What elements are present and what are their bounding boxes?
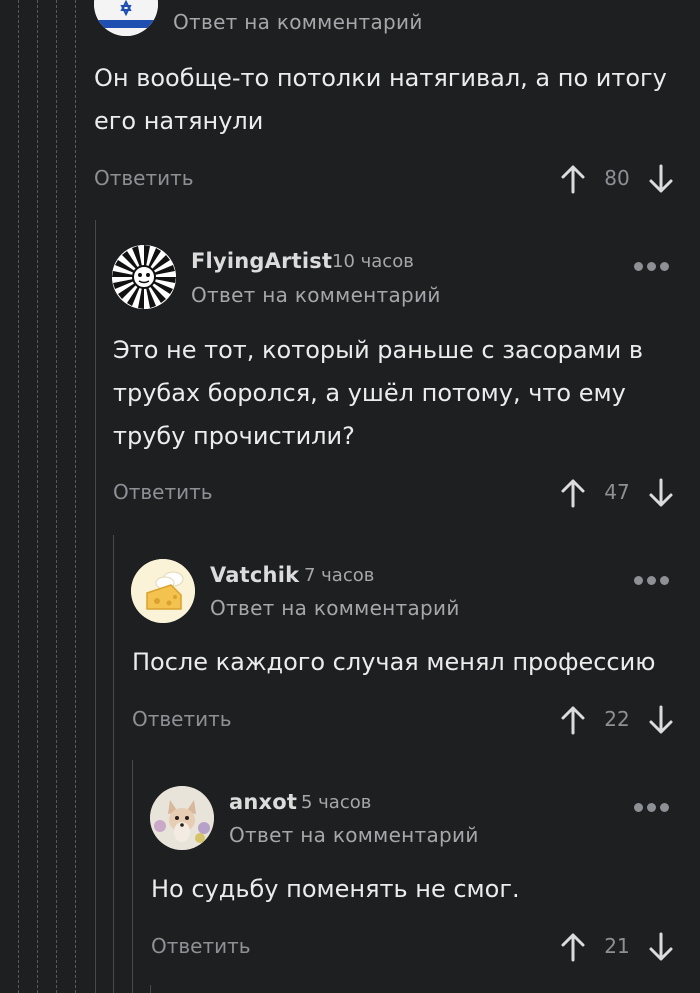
more-dots-icon[interactable] bbox=[634, 256, 674, 271]
more-dots-icon[interactable] bbox=[634, 797, 674, 812]
thread-line-1 bbox=[18, 0, 19, 993]
arrow-up-icon[interactable] bbox=[560, 932, 586, 962]
reply-to-label[interactable]: Ответ на комментарий bbox=[229, 823, 479, 847]
flag-avatar-icon bbox=[94, 0, 158, 36]
avatar[interactable] bbox=[131, 559, 195, 623]
thread-line-2 bbox=[37, 0, 38, 993]
comment-body: После каждого случая менял профессию bbox=[132, 648, 656, 676]
reply-to-label[interactable]: Ответ на комментарий bbox=[191, 283, 441, 307]
reply-to-label[interactable]: Ответ на комментарий bbox=[173, 10, 423, 34]
thread-line-4 bbox=[75, 0, 76, 993]
reply-button[interactable]: Ответить bbox=[113, 480, 213, 504]
more-dots-icon[interactable] bbox=[634, 570, 674, 585]
thread-line-6 bbox=[113, 535, 114, 993]
avatar[interactable] bbox=[112, 245, 176, 309]
avatar[interactable] bbox=[94, 0, 158, 36]
score: 47 bbox=[604, 480, 630, 504]
author-name[interactable]: Vatchik bbox=[210, 563, 299, 587]
comment-body: Но судьбу поменять не смог. bbox=[151, 875, 520, 903]
sunburst-avatar-icon bbox=[112, 245, 176, 309]
comment-body: Это не тот, который раньше с засорами в … bbox=[113, 336, 644, 450]
comment-time: 7 часов bbox=[304, 565, 375, 586]
author-name[interactable]: anxot bbox=[229, 790, 297, 814]
comment-time: 5 часов bbox=[301, 792, 372, 813]
arrow-down-icon[interactable] bbox=[648, 164, 674, 194]
thread-line-8 bbox=[150, 985, 151, 993]
author-name[interactable]: FlyingArtist bbox=[191, 249, 332, 273]
thread-line-5 bbox=[95, 220, 96, 993]
arrow-up-icon[interactable] bbox=[560, 705, 586, 735]
arrow-down-icon[interactable] bbox=[648, 932, 674, 962]
thread-line-3 bbox=[56, 0, 57, 993]
reply-button[interactable]: Ответить bbox=[132, 707, 232, 731]
thread-line-7 bbox=[132, 760, 133, 993]
arrow-up-icon[interactable] bbox=[560, 164, 586, 194]
score: 80 bbox=[604, 166, 630, 190]
arrow-up-icon[interactable] bbox=[560, 478, 586, 508]
score: 22 bbox=[604, 707, 630, 731]
arrow-down-icon[interactable] bbox=[648, 478, 674, 508]
cheese-avatar-icon bbox=[131, 559, 195, 623]
fox-avatar-icon bbox=[150, 786, 214, 850]
comment-body: Он вообще-то потолки натягивал, а по ито… bbox=[94, 64, 667, 135]
comment-time: 10 часов bbox=[332, 251, 414, 272]
arrow-down-icon[interactable] bbox=[648, 705, 674, 735]
reply-button[interactable]: Ответить bbox=[94, 166, 194, 190]
avatar[interactable] bbox=[150, 786, 214, 850]
reply-to-label[interactable]: Ответ на комментарий bbox=[210, 596, 460, 620]
score: 21 bbox=[604, 934, 630, 958]
reply-button[interactable]: Ответить bbox=[151, 934, 251, 958]
